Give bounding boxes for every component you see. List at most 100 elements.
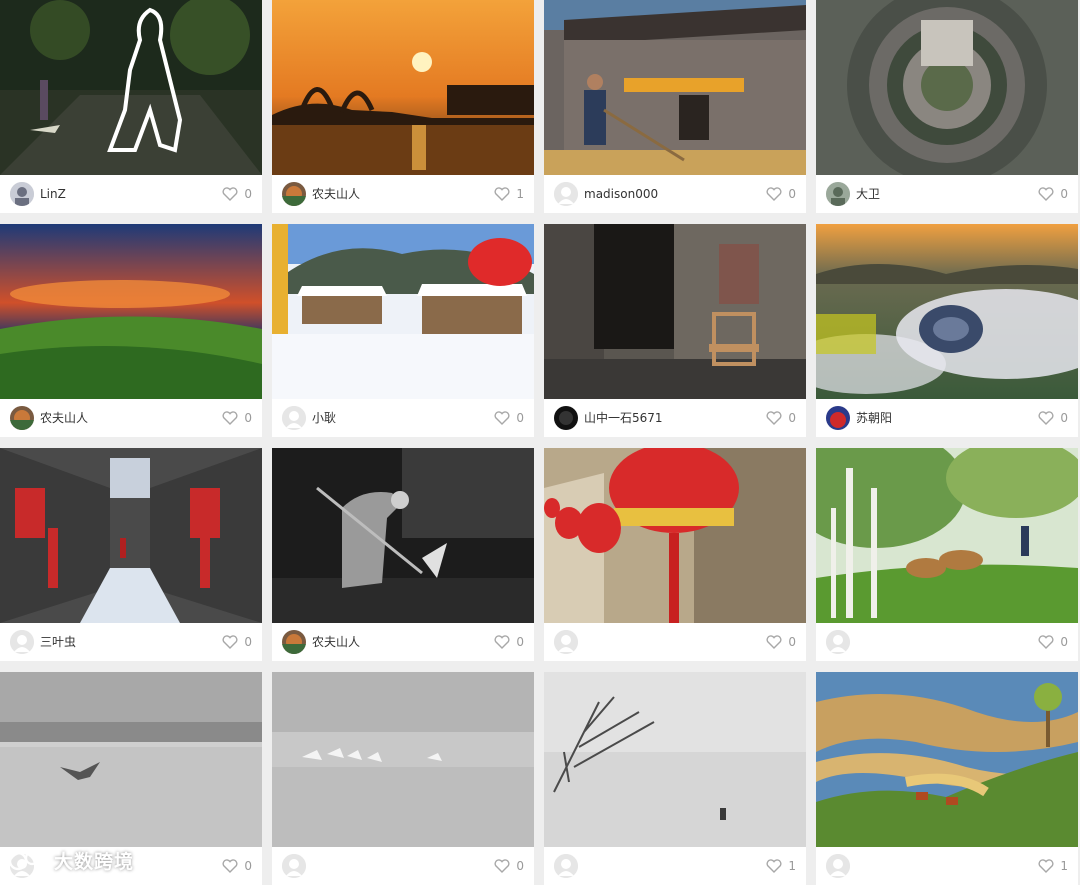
photo-grid: LinZ 0 农夫山人 1 madison000 0 大卫 0 农夫山人 0 小… — [0, 0, 1080, 885]
username-link[interactable]: 山中一石5671 — [584, 410, 663, 426]
card-meta: 小耿 0 — [272, 399, 534, 437]
username-link[interactable]: 农夫山人 — [312, 186, 360, 202]
like-count: 0 — [516, 635, 524, 649]
photo-card[interactable]: 小耿 0 — [272, 224, 534, 437]
user-avatar[interactable] — [554, 182, 578, 206]
photo-swans-flying-fog[interactable] — [272, 672, 534, 847]
like-button[interactable]: 0 — [222, 410, 252, 426]
like-button[interactable]: 0 — [1038, 186, 1068, 202]
like-button[interactable]: 0 — [1038, 634, 1068, 650]
like-count: 0 — [788, 187, 796, 201]
like-button[interactable]: 0 — [494, 634, 524, 650]
like-button[interactable]: 0 — [494, 858, 524, 874]
photo-sunset-lake-birds[interactable] — [272, 0, 534, 175]
photo-card[interactable]: 0 — [544, 448, 806, 661]
heart-icon — [222, 635, 238, 649]
like-button[interactable]: 0 — [222, 186, 252, 202]
photo-fiery-sky-fields[interactable] — [0, 224, 262, 399]
photo-card[interactable]: 农夫山人 1 — [272, 0, 534, 213]
card-meta: 山中一石5671 0 — [544, 399, 806, 437]
photo-card[interactable]: 大卫 0 — [816, 0, 1078, 213]
heart-icon — [494, 411, 510, 425]
user-avatar[interactable] — [282, 854, 306, 878]
user-avatar[interactable] — [554, 854, 578, 878]
heart-icon — [494, 635, 510, 649]
user-avatar[interactable] — [826, 630, 850, 654]
user-avatar[interactable] — [826, 406, 850, 430]
photo-tulou-aerial[interactable] — [816, 0, 1078, 175]
username-link[interactable]: 三叶虫 — [40, 634, 76, 650]
like-button[interactable]: 1 — [494, 186, 524, 202]
like-count: 0 — [244, 411, 252, 425]
like-button[interactable]: 1 — [1038, 858, 1068, 874]
user-avatar[interactable] — [282, 182, 306, 206]
user-avatar[interactable] — [826, 854, 850, 878]
photo-card[interactable]: LinZ 0 — [0, 0, 262, 213]
like-button[interactable]: 0 — [222, 858, 252, 874]
heart-icon — [1038, 187, 1054, 201]
card-meta: 农夫山人 0 — [272, 623, 534, 661]
user-avatar[interactable] — [826, 182, 850, 206]
like-button[interactable]: 0 — [494, 410, 524, 426]
photo-card[interactable]: 农夫山人 0 — [0, 224, 262, 437]
username-link[interactable]: LinZ — [40, 186, 66, 202]
like-button[interactable]: 0 — [1038, 410, 1068, 426]
like-button[interactable]: 1 — [766, 858, 796, 874]
photo-night-street-neon[interactable] — [0, 0, 262, 175]
card-meta: LinZ 0 — [0, 175, 262, 213]
photo-snow-village-lantern[interactable] — [272, 224, 534, 399]
user-avatar[interactable] — [10, 182, 34, 206]
card-meta: 农夫山人 0 — [0, 399, 262, 437]
like-button[interactable]: 0 — [222, 634, 252, 650]
photo-card[interactable]: 苏朝阳 0 — [816, 224, 1078, 437]
photo-deer-birch-meadow[interactable] — [816, 448, 1078, 623]
photo-red-lanterns-wall[interactable] — [544, 448, 806, 623]
photo-village-corn-farmer[interactable] — [544, 0, 806, 175]
like-button[interactable]: 0 — [766, 186, 796, 202]
card-meta: 农夫山人 1 — [272, 175, 534, 213]
photo-misty-lake-heron[interactable] — [0, 672, 262, 847]
heart-icon — [766, 411, 782, 425]
user-avatar[interactable] — [282, 406, 306, 430]
user-avatar[interactable] — [282, 630, 306, 654]
like-button[interactable]: 0 — [766, 410, 796, 426]
like-count: 0 — [788, 635, 796, 649]
heart-icon — [1038, 859, 1054, 873]
user-avatar[interactable] — [10, 406, 34, 430]
photo-tulou-clouds[interactable] — [816, 224, 1078, 399]
photo-card[interactable]: 1 — [816, 672, 1078, 885]
card-meta: 1 — [816, 847, 1078, 885]
photo-card[interactable]: 0 — [272, 672, 534, 885]
heart-icon — [1038, 635, 1054, 649]
username-link[interactable]: 农夫山人 — [40, 410, 88, 426]
photo-bw-old-woman-farming[interactable] — [272, 448, 534, 623]
username-link[interactable]: 苏朝阳 — [856, 410, 892, 426]
like-count: 1 — [788, 859, 796, 873]
user-avatar[interactable] — [10, 630, 34, 654]
user-avatar[interactable] — [554, 406, 578, 430]
photo-tidal-wetland-horses[interactable] — [816, 672, 1078, 847]
username-link[interactable]: 小耿 — [312, 410, 336, 426]
heart-icon — [494, 187, 510, 201]
watermark: 大数跨境 — [8, 846, 134, 874]
photo-snowy-alley-couplets[interactable] — [0, 448, 262, 623]
photo-card[interactable]: 0 — [816, 448, 1078, 661]
like-count: 0 — [1060, 635, 1068, 649]
watermark-logo-icon — [8, 850, 47, 871]
like-button[interactable]: 0 — [766, 634, 796, 650]
card-meta: 0 — [272, 847, 534, 885]
photo-bare-tree-water-bird[interactable] — [544, 672, 806, 847]
photo-card[interactable]: 1 — [544, 672, 806, 885]
username-link[interactable]: 大卫 — [856, 186, 880, 202]
heart-icon — [1038, 411, 1054, 425]
photo-card[interactable]: 山中一石5671 0 — [544, 224, 806, 437]
username-link[interactable]: 农夫山人 — [312, 634, 360, 650]
photo-card[interactable]: 农夫山人 0 — [272, 448, 534, 661]
like-count: 0 — [516, 859, 524, 873]
like-count: 0 — [244, 187, 252, 201]
username-link[interactable]: madison000 — [584, 186, 658, 202]
photo-card[interactable]: 三叶虫 0 — [0, 448, 262, 661]
user-avatar[interactable] — [554, 630, 578, 654]
photo-card[interactable]: madison000 0 — [544, 0, 806, 213]
photo-old-doorway-chair[interactable] — [544, 224, 806, 399]
